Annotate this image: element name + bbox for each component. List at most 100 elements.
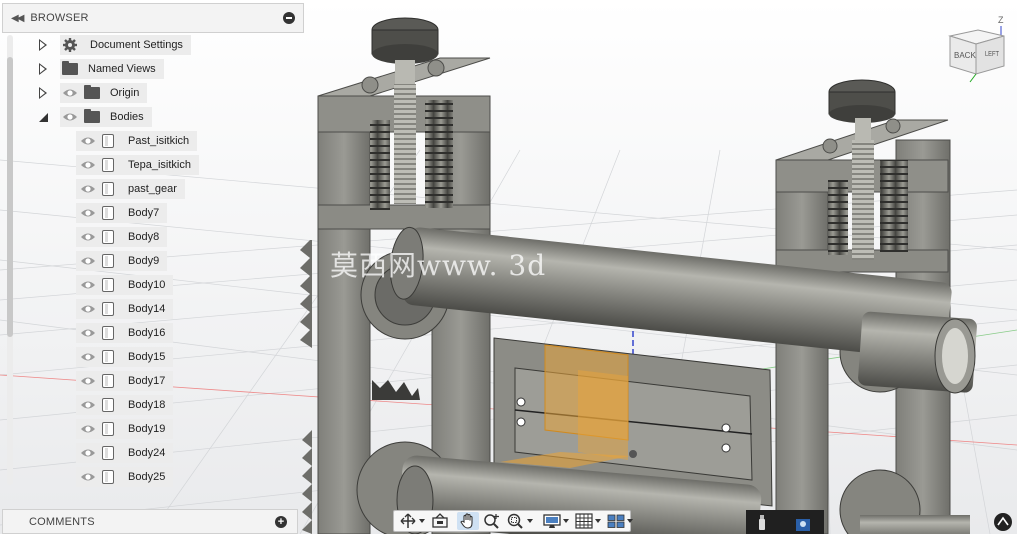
z-axis-label: Z [998,16,1004,25]
tree-item-body[interactable]: Body8 [76,226,168,248]
tree-item-origin[interactable]: Origin [36,82,148,104]
zoom-icon [484,514,499,529]
body-label: Past_isitkich [128,135,190,147]
eye-icon[interactable] [80,255,96,267]
body-icon [102,254,114,268]
eye-icon[interactable] [80,327,96,339]
tree-item-body[interactable]: Body9 [76,250,168,272]
orbit-tool[interactable] [397,512,427,530]
eye-icon[interactable] [80,351,96,363]
body-icon [102,158,114,172]
tree-item-body[interactable]: Body17 [76,370,174,392]
body-icon [102,230,114,244]
pan-tool[interactable] [457,512,479,530]
body-label: Body10 [128,279,166,291]
cube-left-face[interactable]: LEFT [985,51,1000,58]
tree-item-label: Bodies [110,111,144,123]
look-at-icon [432,513,448,528]
body-icon [102,398,114,412]
caret-down-icon[interactable] [563,519,569,523]
body-label: Body24 [128,447,166,459]
orbit-icon [400,513,416,528]
viewports-tool[interactable] [605,512,635,530]
caret-down-icon[interactable] [627,519,633,523]
eye-icon[interactable] [80,447,96,459]
eye-icon[interactable] [62,111,78,123]
eye-icon[interactable] [62,87,78,99]
body-label: Body16 [128,327,166,339]
browser-panel: ◀◀ BROWSER [2,3,304,33]
viewports-icon [607,514,625,528]
expand-arrow-icon[interactable] [36,39,50,51]
eye-icon[interactable] [80,279,96,291]
eye-icon[interactable] [80,399,96,411]
caret-down-icon[interactable] [595,519,601,523]
eye-icon[interactable] [80,471,96,483]
cube-back-face[interactable]: BACK [954,51,976,60]
caret-down-icon[interactable] [419,519,425,523]
collapse-arrow-icon[interactable] [36,112,50,122]
tree-item-body[interactable]: Body15 [76,346,174,368]
watermark: 莫西网www. 3d [330,249,547,282]
comments-title: COMMENTS [29,515,95,528]
body-icon [102,446,114,460]
browser-title: BROWSER [30,12,89,24]
body-label: Body9 [128,255,160,267]
tree-item-body[interactable]: Body19 [76,418,174,440]
body-icon [102,302,114,316]
add-comment-button[interactable]: + [275,515,287,528]
expand-arrow-icon[interactable] [36,63,50,75]
tree-item-body[interactable]: Body25 [76,466,174,488]
collapse-panel-icon[interactable]: ◀◀ [11,13,24,24]
fit-tool[interactable] [505,512,535,530]
look-at-tool[interactable] [429,512,451,530]
comments-panel[interactable]: COMMENTS + [2,509,298,534]
eye-icon[interactable] [80,423,96,435]
eye-icon[interactable] [80,375,96,387]
app-logo-icon [994,513,1012,531]
zoom-tool[interactable] [481,512,503,530]
fit-icon [507,513,523,529]
tree-item-body[interactable]: Body16 [76,322,174,344]
tree-item-bodies[interactable]: Bodies [36,106,152,128]
tree-item-body[interactable]: Body24 [76,442,174,464]
eye-icon[interactable] [80,183,96,195]
tree-item-body[interactable]: Past_isitkich [76,130,198,152]
tree-item-named-views[interactable]: Named Views [36,58,164,80]
comments-header: COMMENTS + [3,510,297,533]
eye-icon[interactable] [80,159,96,171]
body-icon [102,134,114,148]
body-label: Body7 [128,207,160,219]
tree-item-body[interactable]: past_gear [76,178,185,200]
body-label: Tepa_isitkich [128,159,191,171]
minimize-panel-button[interactable] [283,12,295,24]
view-cube[interactable]: Z BACK LEFT [946,16,1008,84]
eye-icon[interactable] [80,231,96,243]
body-icon [102,374,114,388]
tree-item-label: Named Views [88,63,156,75]
app-icon[interactable] [796,519,810,531]
tree-item-body[interactable]: Body7 [76,202,168,224]
eye-icon[interactable] [80,135,96,147]
body-label: Body25 [128,471,166,483]
folder-icon [62,61,78,75]
body-label: Body18 [128,399,166,411]
display-settings-tool[interactable] [541,512,571,530]
tree-item-body[interactable]: Tepa_isitkich [76,154,199,176]
body-label: Body15 [128,351,166,363]
tree-item-body[interactable]: Body10 [76,274,174,296]
navigation-toolbar [393,510,633,532]
caret-down-icon[interactable] [527,519,533,523]
tree-item-document-settings[interactable]: Document Settings [36,34,191,56]
body-icon [102,326,114,340]
body-label: Body17 [128,375,166,387]
eye-icon[interactable] [80,207,96,219]
eye-icon[interactable] [80,303,96,315]
body-icon [102,470,114,484]
grid-tool[interactable] [573,512,603,530]
tree-item-label: Document Settings [90,39,183,51]
expand-arrow-icon[interactable] [36,87,50,99]
folder-icon [84,109,100,123]
tree-item-body[interactable]: Body18 [76,394,174,416]
tree-item-body[interactable]: Body14 [76,298,174,320]
